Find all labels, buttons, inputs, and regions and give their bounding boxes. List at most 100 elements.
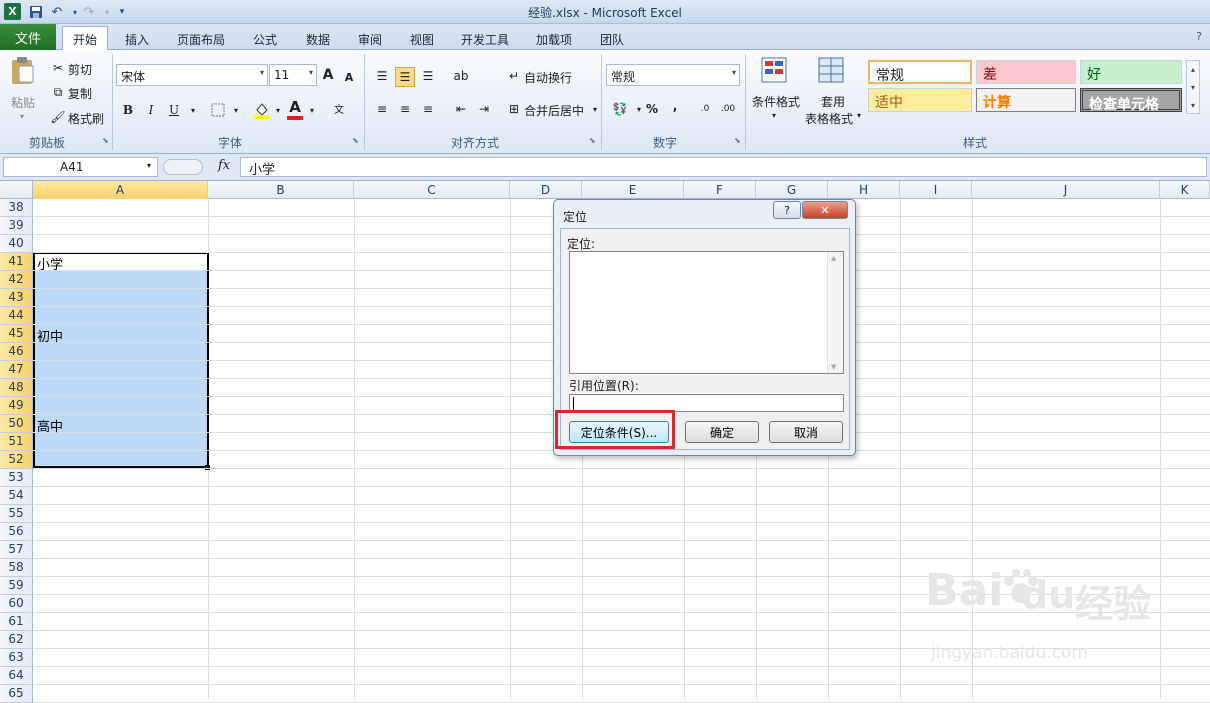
tab-developer[interactable]: 开发工具	[454, 28, 516, 50]
close-button[interactable]: ✕	[802, 201, 848, 219]
row-header[interactable]: 63	[0, 649, 33, 667]
row-header[interactable]: 59	[0, 577, 33, 595]
conditional-formatting-icon[interactable]	[760, 56, 790, 88]
tab-home[interactable]: 开始	[62, 26, 108, 51]
cut-icon[interactable]: ✂	[48, 58, 68, 78]
alignment-launcher-icon[interactable]: ⬊	[589, 136, 598, 145]
column-header[interactable]: B	[208, 181, 354, 199]
tab-data[interactable]: 数据	[298, 28, 338, 50]
tab-review[interactable]: 审阅	[350, 28, 390, 50]
font-launcher-icon[interactable]: ⬊	[352, 136, 361, 145]
row-header[interactable]: 38	[0, 199, 33, 217]
name-box[interactable]: A41 ▾	[3, 157, 158, 177]
cell-A45[interactable]: 初中	[37, 326, 63, 345]
tab-file[interactable]: 文件	[0, 24, 56, 50]
conditional-formatting-button[interactable]: 条件格式	[752, 93, 800, 110]
row-header[interactable]: 45	[0, 325, 33, 343]
column-header[interactable]: C	[354, 181, 510, 199]
increase-decimal-icon[interactable]: .0	[695, 99, 715, 119]
paste-dropdown-icon[interactable]: ▾	[20, 112, 24, 121]
column-header[interactable]: A	[33, 181, 208, 199]
format-as-table-label-1[interactable]: 套用	[821, 93, 845, 110]
column-header[interactable]: D	[510, 181, 582, 199]
tab-page-layout[interactable]: 页面布局	[170, 28, 232, 50]
row-header[interactable]: 56	[0, 523, 33, 541]
formula-bar-resize-handle[interactable]	[163, 159, 203, 175]
goto-listbox[interactable]: ▲ ▼	[569, 251, 844, 374]
scroll-down-icon[interactable]: ▼	[831, 363, 836, 371]
row-header[interactable]: 48	[0, 379, 33, 397]
column-header[interactable]: F	[684, 181, 756, 199]
row-header[interactable]: 49	[0, 397, 33, 415]
comma-style-button[interactable]: ,	[665, 96, 685, 116]
align-left-icon[interactable]: ≡	[372, 99, 392, 119]
style-calculation[interactable]: 计算	[976, 88, 1076, 112]
shrink-font-icon[interactable]: A	[339, 67, 359, 87]
merge-center-button[interactable]: 合并后居中	[524, 102, 584, 119]
row-header[interactable]: 61	[0, 613, 33, 631]
row-header[interactable]: 44	[0, 307, 33, 325]
cancel-button[interactable]: 取消	[769, 421, 843, 443]
tab-add-ins[interactable]: 加载项	[528, 28, 580, 50]
row-header[interactable]: 60	[0, 595, 33, 613]
paste-button[interactable]: 粘贴	[11, 94, 35, 111]
style-good[interactable]: 好	[1080, 60, 1182, 84]
style-bad[interactable]: 差	[976, 60, 1076, 84]
decrease-decimal-icon[interactable]: .00	[718, 99, 738, 119]
tab-formulas[interactable]: 公式	[245, 28, 285, 50]
column-header[interactable]: H	[828, 181, 900, 199]
scroll-up-icon[interactable]: ▲	[831, 254, 836, 262]
format-painter-button[interactable]: 格式刷	[68, 110, 104, 127]
align-middle-icon[interactable]: ☰	[395, 67, 415, 87]
row-header[interactable]: 52	[0, 451, 33, 469]
wrap-text-icon[interactable]: ↵	[504, 66, 524, 86]
row-header[interactable]: 55	[0, 505, 33, 523]
help-button[interactable]: ?	[773, 201, 801, 219]
row-header[interactable]: 47	[0, 361, 33, 379]
font-color-dropdown-icon[interactable]: ▾	[302, 100, 322, 120]
clipboard-launcher-icon[interactable]: ⬊	[102, 136, 111, 145]
font-size-select[interactable]: 11 ▾	[269, 64, 317, 86]
orientation-icon[interactable]: ab	[451, 66, 471, 86]
borders-icon[interactable]	[208, 100, 228, 120]
row-header[interactable]: 46	[0, 343, 33, 361]
row-header[interactable]: 57	[0, 541, 33, 559]
paste-icon[interactable]	[10, 56, 36, 86]
cell-A41[interactable]: 小学	[37, 254, 63, 273]
underline-button[interactable]: U	[164, 100, 184, 120]
row-header[interactable]: 53	[0, 469, 33, 487]
row-header[interactable]: 58	[0, 559, 33, 577]
ok-button[interactable]: 确定	[685, 421, 759, 443]
cut-button[interactable]: 剪切	[68, 61, 92, 78]
format-as-table-button[interactable]: 表格格式	[805, 110, 853, 127]
underline-dropdown-icon[interactable]: ▾	[183, 100, 203, 120]
format-as-table-dropdown-icon[interactable]: ▾	[857, 111, 861, 120]
formula-input[interactable]: 小学	[240, 157, 1207, 178]
tab-view[interactable]: 视图	[402, 28, 442, 50]
row-header[interactable]: 64	[0, 667, 33, 685]
align-right-icon[interactable]: ≡	[418, 99, 438, 119]
row-header[interactable]: 40	[0, 235, 33, 253]
name-box-dropdown-icon[interactable]: ▾	[147, 161, 151, 170]
format-as-table-icon[interactable]	[817, 56, 847, 88]
style-normal[interactable]: 常规	[868, 60, 972, 84]
percent-style-button[interactable]: %	[642, 99, 662, 119]
grow-font-icon[interactable]: A	[318, 65, 338, 85]
row-header[interactable]: 54	[0, 487, 33, 505]
format-painter-icon[interactable]: 🖌	[48, 107, 68, 127]
bold-button[interactable]: B	[118, 100, 138, 120]
align-top-icon[interactable]: ☰	[372, 66, 392, 86]
number-format-select[interactable]: 常规 ▾	[606, 64, 740, 86]
row-header[interactable]: 41	[0, 253, 33, 271]
merge-center-icon[interactable]: ⊞	[504, 99, 524, 119]
increase-indent-icon[interactable]: ⇥	[474, 99, 494, 119]
copy-button[interactable]: 复制	[68, 85, 92, 102]
number-launcher-icon[interactable]: ⬊	[734, 136, 743, 145]
styles-gallery-scroll[interactable]: ▴ ▾ ▾	[1186, 60, 1200, 114]
decrease-indent-icon[interactable]: ⇤	[451, 99, 471, 119]
font-name-select[interactable]: 宋体 ▾	[116, 64, 268, 86]
wrap-text-button[interactable]: 自动换行	[524, 69, 572, 86]
row-header[interactable]: 50	[0, 415, 33, 433]
column-header[interactable]: I	[900, 181, 972, 199]
insert-function-icon[interactable]: fx	[218, 158, 230, 173]
